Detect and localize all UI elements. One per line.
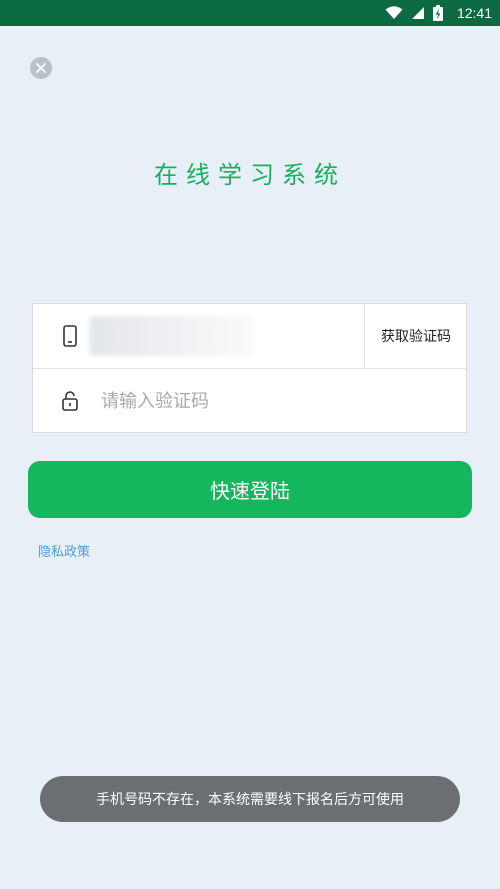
code-row — [33, 369, 466, 433]
phone-input[interactable] — [89, 316, 254, 356]
login-form: 获取验证码 — [32, 303, 467, 433]
wifi-icon — [385, 6, 403, 19]
status-bar: 12:41 — [0, 0, 500, 26]
phone-icon — [63, 325, 77, 347]
toast-message: 手机号码不存在，本系统需要线下报名后方可使用 — [40, 776, 460, 822]
status-time: 12:41 — [456, 5, 492, 21]
status-icons: 12:41 — [385, 0, 492, 26]
code-input[interactable] — [101, 369, 431, 433]
battery-charging-icon — [432, 5, 443, 21]
app-title: 在线学习系统 — [154, 161, 346, 189]
close-icon — [36, 63, 46, 73]
privacy-policy-link[interactable]: 隐私政策 — [38, 541, 90, 560]
unlock-icon — [62, 391, 78, 411]
phone-row: 获取验证码 — [33, 304, 466, 369]
cellular-signal-icon — [411, 7, 424, 19]
close-button[interactable] — [30, 57, 52, 79]
login-button[interactable]: 快速登陆 — [28, 461, 472, 518]
get-code-button[interactable]: 获取验证码 — [365, 304, 467, 368]
